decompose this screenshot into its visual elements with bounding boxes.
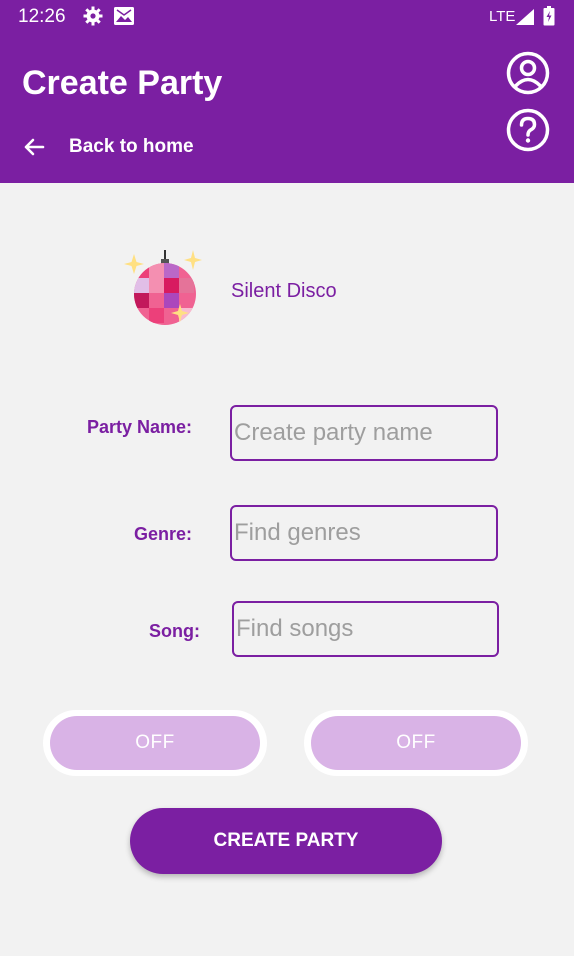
genre-search-input[interactable] bbox=[230, 505, 498, 561]
back-arrow-icon[interactable] bbox=[22, 135, 46, 159]
toggle-2-label[interactable]: OFF bbox=[311, 716, 521, 770]
create-party-button[interactable]: CREATE PARTY bbox=[130, 808, 442, 874]
back-to-home-link[interactable]: Back to home bbox=[22, 133, 194, 161]
profile-icon[interactable] bbox=[506, 51, 550, 95]
song-search-input[interactable] bbox=[232, 601, 499, 657]
toggle-1-label[interactable]: OFF bbox=[50, 716, 260, 770]
toggle-button-2[interactable]: OFF bbox=[304, 710, 528, 776]
battery-icon bbox=[543, 6, 555, 26]
party-name-label: Party Name: bbox=[86, 417, 192, 437]
page-title: Create Party bbox=[22, 64, 223, 102]
gear-icon bbox=[83, 6, 103, 26]
genre-label: Genre: bbox=[133, 524, 192, 544]
network-type: LTE bbox=[489, 8, 516, 25]
signal-icon bbox=[516, 9, 534, 25]
party-name-input[interactable] bbox=[230, 405, 498, 461]
status-bar: 12:26 LTE bbox=[0, 0, 574, 34]
back-to-home-label[interactable]: Back to home bbox=[69, 136, 194, 158]
help-icon[interactable] bbox=[506, 108, 550, 152]
party-theme-label: Silent Disco bbox=[231, 280, 337, 302]
song-label: Song: bbox=[149, 621, 200, 641]
image-icon bbox=[114, 7, 134, 25]
toggle-button-1[interactable]: OFF bbox=[43, 710, 267, 776]
app-bar: 12:26 LTE Create Party Back to home bbox=[0, 0, 574, 183]
status-time: 12:26 bbox=[18, 6, 66, 27]
disco-ball-icon bbox=[124, 250, 202, 325]
